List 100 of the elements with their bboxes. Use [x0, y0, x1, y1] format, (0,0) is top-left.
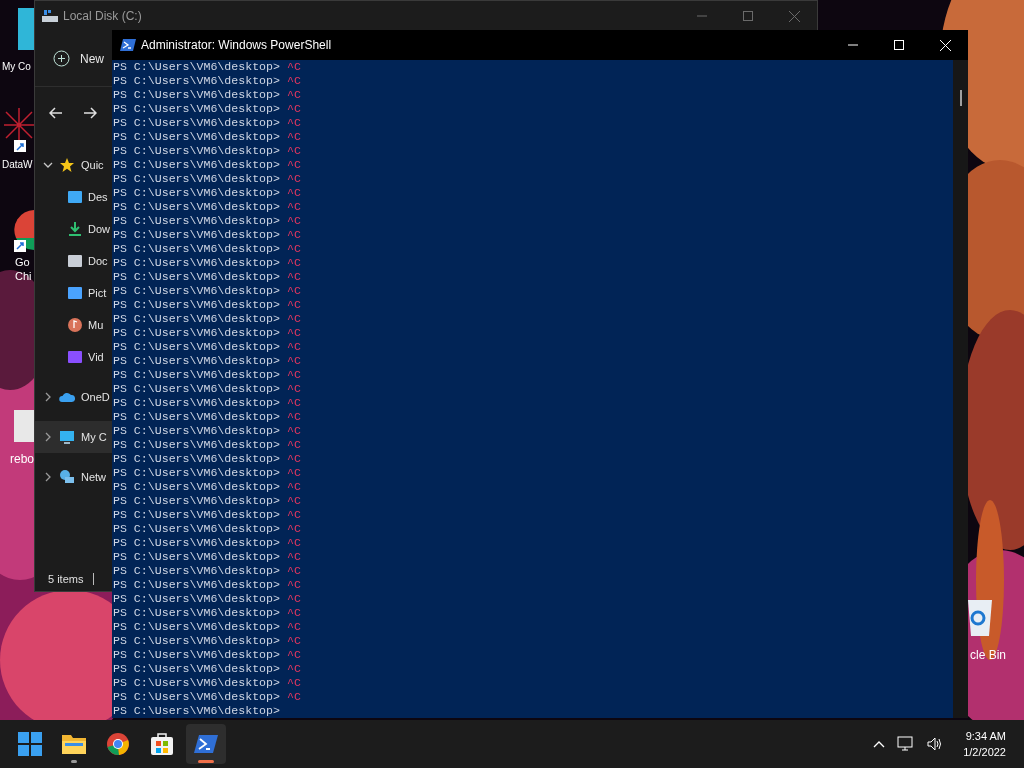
console-prompt: PS C:\Users\VM6\desktop>	[113, 116, 280, 130]
console-prompt: PS C:\Users\VM6\desktop>	[113, 676, 280, 690]
nav-item[interactable]: Netw	[35, 461, 112, 493]
console-text: ^C	[287, 480, 301, 494]
chevron-right-icon[interactable]	[43, 392, 53, 402]
console-text: ^C	[287, 522, 301, 536]
close-icon	[788, 10, 800, 22]
console-text: ^C	[287, 634, 301, 648]
console-prompt: PS C:\Users\VM6\desktop>	[113, 494, 280, 508]
network-icon	[59, 469, 75, 485]
console-prompt: PS C:\Users\VM6\desktop>	[113, 242, 280, 256]
console-prompt: PS C:\Users\VM6\desktop>	[113, 368, 280, 382]
nav-label: Netw	[81, 469, 107, 485]
console-text: ^C	[287, 74, 301, 88]
nav-item[interactable]: Quic	[35, 149, 112, 181]
console-text: ^C	[287, 60, 301, 74]
speaker-icon[interactable]	[927, 737, 944, 751]
console-text: ^C	[287, 466, 301, 480]
forward-arrow-icon[interactable]	[83, 107, 97, 119]
powershell-icon	[120, 38, 136, 52]
console-text: ^C	[287, 270, 301, 284]
powershell-icon[interactable]	[194, 734, 218, 754]
console-prompt: PS C:\Users\VM6\desktop>	[113, 634, 280, 648]
status-text: 5 items	[48, 571, 84, 587]
console-text: ^C	[287, 424, 301, 438]
clock-time[interactable]: 9:34 AM	[965, 728, 1006, 744]
console-text: ^C	[287, 648, 301, 662]
nav-item[interactable]: Mu	[35, 309, 112, 341]
new-button[interactable]: New	[53, 49, 104, 68]
console-prompt: PS C:\Users\VM6\desktop>	[113, 298, 280, 312]
icon-label[interactable]: cle Bin	[970, 646, 1007, 664]
console-text: ^C	[287, 606, 301, 620]
console-text: ^C	[287, 200, 301, 214]
nav-item[interactable]: Doc	[35, 245, 112, 277]
icon-label[interactable]: DataW	[2, 157, 33, 172]
console-prompt: PS C:\Users\VM6\desktop>	[113, 284, 280, 298]
icon-label[interactable]: rebo	[10, 450, 35, 468]
console-text: ^C	[287, 228, 301, 242]
maximize-icon	[894, 40, 904, 50]
console-prompt: PS C:\Users\VM6\desktop>	[113, 312, 280, 326]
console-prompt: PS C:\Users\VM6\desktop>	[113, 228, 280, 242]
clock-date[interactable]: 1/2/2022	[963, 744, 1006, 760]
nav-label: Mu	[88, 317, 104, 333]
maximize-icon	[743, 11, 753, 21]
console-text: ^C	[287, 312, 301, 326]
nav-label: Pict	[88, 285, 107, 301]
chevron-down-icon[interactable]	[43, 160, 53, 170]
chevron-right-icon[interactable]	[43, 432, 53, 442]
console-prompt: PS C:\Users\VM6\desktop>	[113, 340, 280, 354]
console-prompt: PS C:\Users\VM6\desktop>	[113, 480, 280, 494]
browser-icon[interactable]	[106, 732, 130, 756]
network-icon[interactable]	[897, 736, 916, 752]
console-prompt: PS C:\Users\VM6\desktop>	[113, 550, 280, 564]
console-prompt: PS C:\Users\VM6\desktop>	[113, 158, 280, 172]
console-prompt: PS C:\Users\VM6\desktop>	[113, 270, 280, 284]
nav-item[interactable]: My C	[35, 421, 112, 453]
console-text: ^C	[287, 340, 301, 354]
console-text: ^C	[287, 508, 301, 522]
nav-label: Quic	[81, 157, 104, 173]
console-text: ^C	[287, 368, 301, 382]
nav-item[interactable]: Pict	[35, 277, 112, 309]
video-icon	[67, 349, 83, 365]
console-text: ^C	[287, 158, 301, 172]
console-prompt: PS C:\Users\VM6\desktop>	[113, 60, 280, 74]
console-prompt: PS C:\Users\VM6\desktop>	[113, 130, 280, 144]
console-text: ^C	[287, 564, 301, 578]
store-icon[interactable]	[150, 732, 174, 756]
console-prompt: PS C:\Users\VM6\desktop>	[113, 424, 280, 438]
console-prompt: PS C:\Users\VM6\desktop>	[113, 452, 280, 466]
folder-icon[interactable]	[61, 733, 87, 755]
console-prompt: PS C:\Users\VM6\desktop>	[113, 704, 280, 718]
console-text: ^C	[287, 354, 301, 368]
icon-label[interactable]: Go Chi	[15, 255, 34, 283]
back-arrow-icon[interactable]	[49, 107, 63, 119]
start-icon[interactable]	[18, 732, 42, 756]
console-text: ^C	[287, 102, 301, 116]
nav-item[interactable]: OneD	[35, 381, 112, 413]
console-prompt: PS C:\Users\VM6\desktop>	[113, 438, 280, 452]
browser-icon[interactable]	[14, 210, 34, 252]
console-text: ^C	[287, 298, 301, 312]
console-prompt: PS C:\Users\VM6\desktop>	[113, 200, 280, 214]
chevron-up-icon[interactable]	[873, 740, 886, 748]
icon-label[interactable]: My Co	[2, 59, 31, 74]
nav-item[interactable]: Vid	[35, 341, 112, 373]
console-text: ^C	[287, 662, 301, 676]
console-prompt: PS C:\Users\VM6\desktop>	[113, 522, 280, 536]
console-text: ^C	[287, 690, 301, 704]
nav-item[interactable]: Dow	[35, 213, 112, 245]
console-text: ^C	[287, 326, 301, 340]
taskbar-button[interactable]	[186, 724, 226, 764]
console-text: ^C	[287, 186, 301, 200]
recycle-bin-icon[interactable]	[968, 598, 992, 638]
console-text: ^C	[287, 214, 301, 228]
music-icon	[67, 317, 83, 333]
close-icon	[939, 39, 951, 51]
scrollbar[interactable]	[953, 60, 968, 718]
picture-icon	[67, 285, 83, 301]
nav-item[interactable]: Des	[35, 181, 112, 213]
chevron-right-icon[interactable]	[43, 472, 53, 482]
console-prompt: PS C:\Users\VM6\desktop>	[113, 186, 280, 200]
